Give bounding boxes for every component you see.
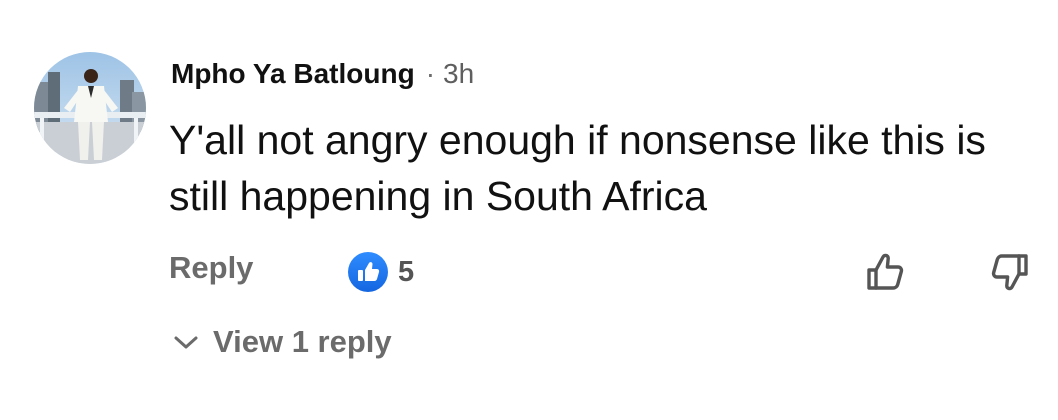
thumb-down-button[interactable]	[986, 248, 1034, 296]
reply-button[interactable]: Reply	[169, 250, 253, 286]
thumb-up-button[interactable]	[861, 248, 909, 296]
avatar[interactable]	[34, 52, 146, 164]
comment-header: Mpho Ya Batloung · 3h	[171, 56, 474, 92]
view-replies-button[interactable]: View 1 reply	[171, 324, 392, 360]
chevron-down-icon	[174, 336, 198, 349]
comment-text: Y'all not angry enough if nonsense like …	[169, 117, 986, 219]
reaction-summary[interactable]: 5	[348, 252, 414, 292]
like-icon	[348, 252, 388, 292]
thumb-down-outline-icon	[991, 254, 1028, 291]
author-name[interactable]: Mpho Ya Batloung	[171, 58, 415, 90]
avatar-photo	[34, 52, 146, 164]
thumb-up-outline-icon	[867, 253, 904, 290]
comment-timestamp: 3h	[443, 58, 475, 89]
separator-dot: ·	[425, 58, 436, 89]
reaction-count: 5	[398, 255, 415, 288]
view-replies-label: View 1 reply	[213, 324, 392, 359]
